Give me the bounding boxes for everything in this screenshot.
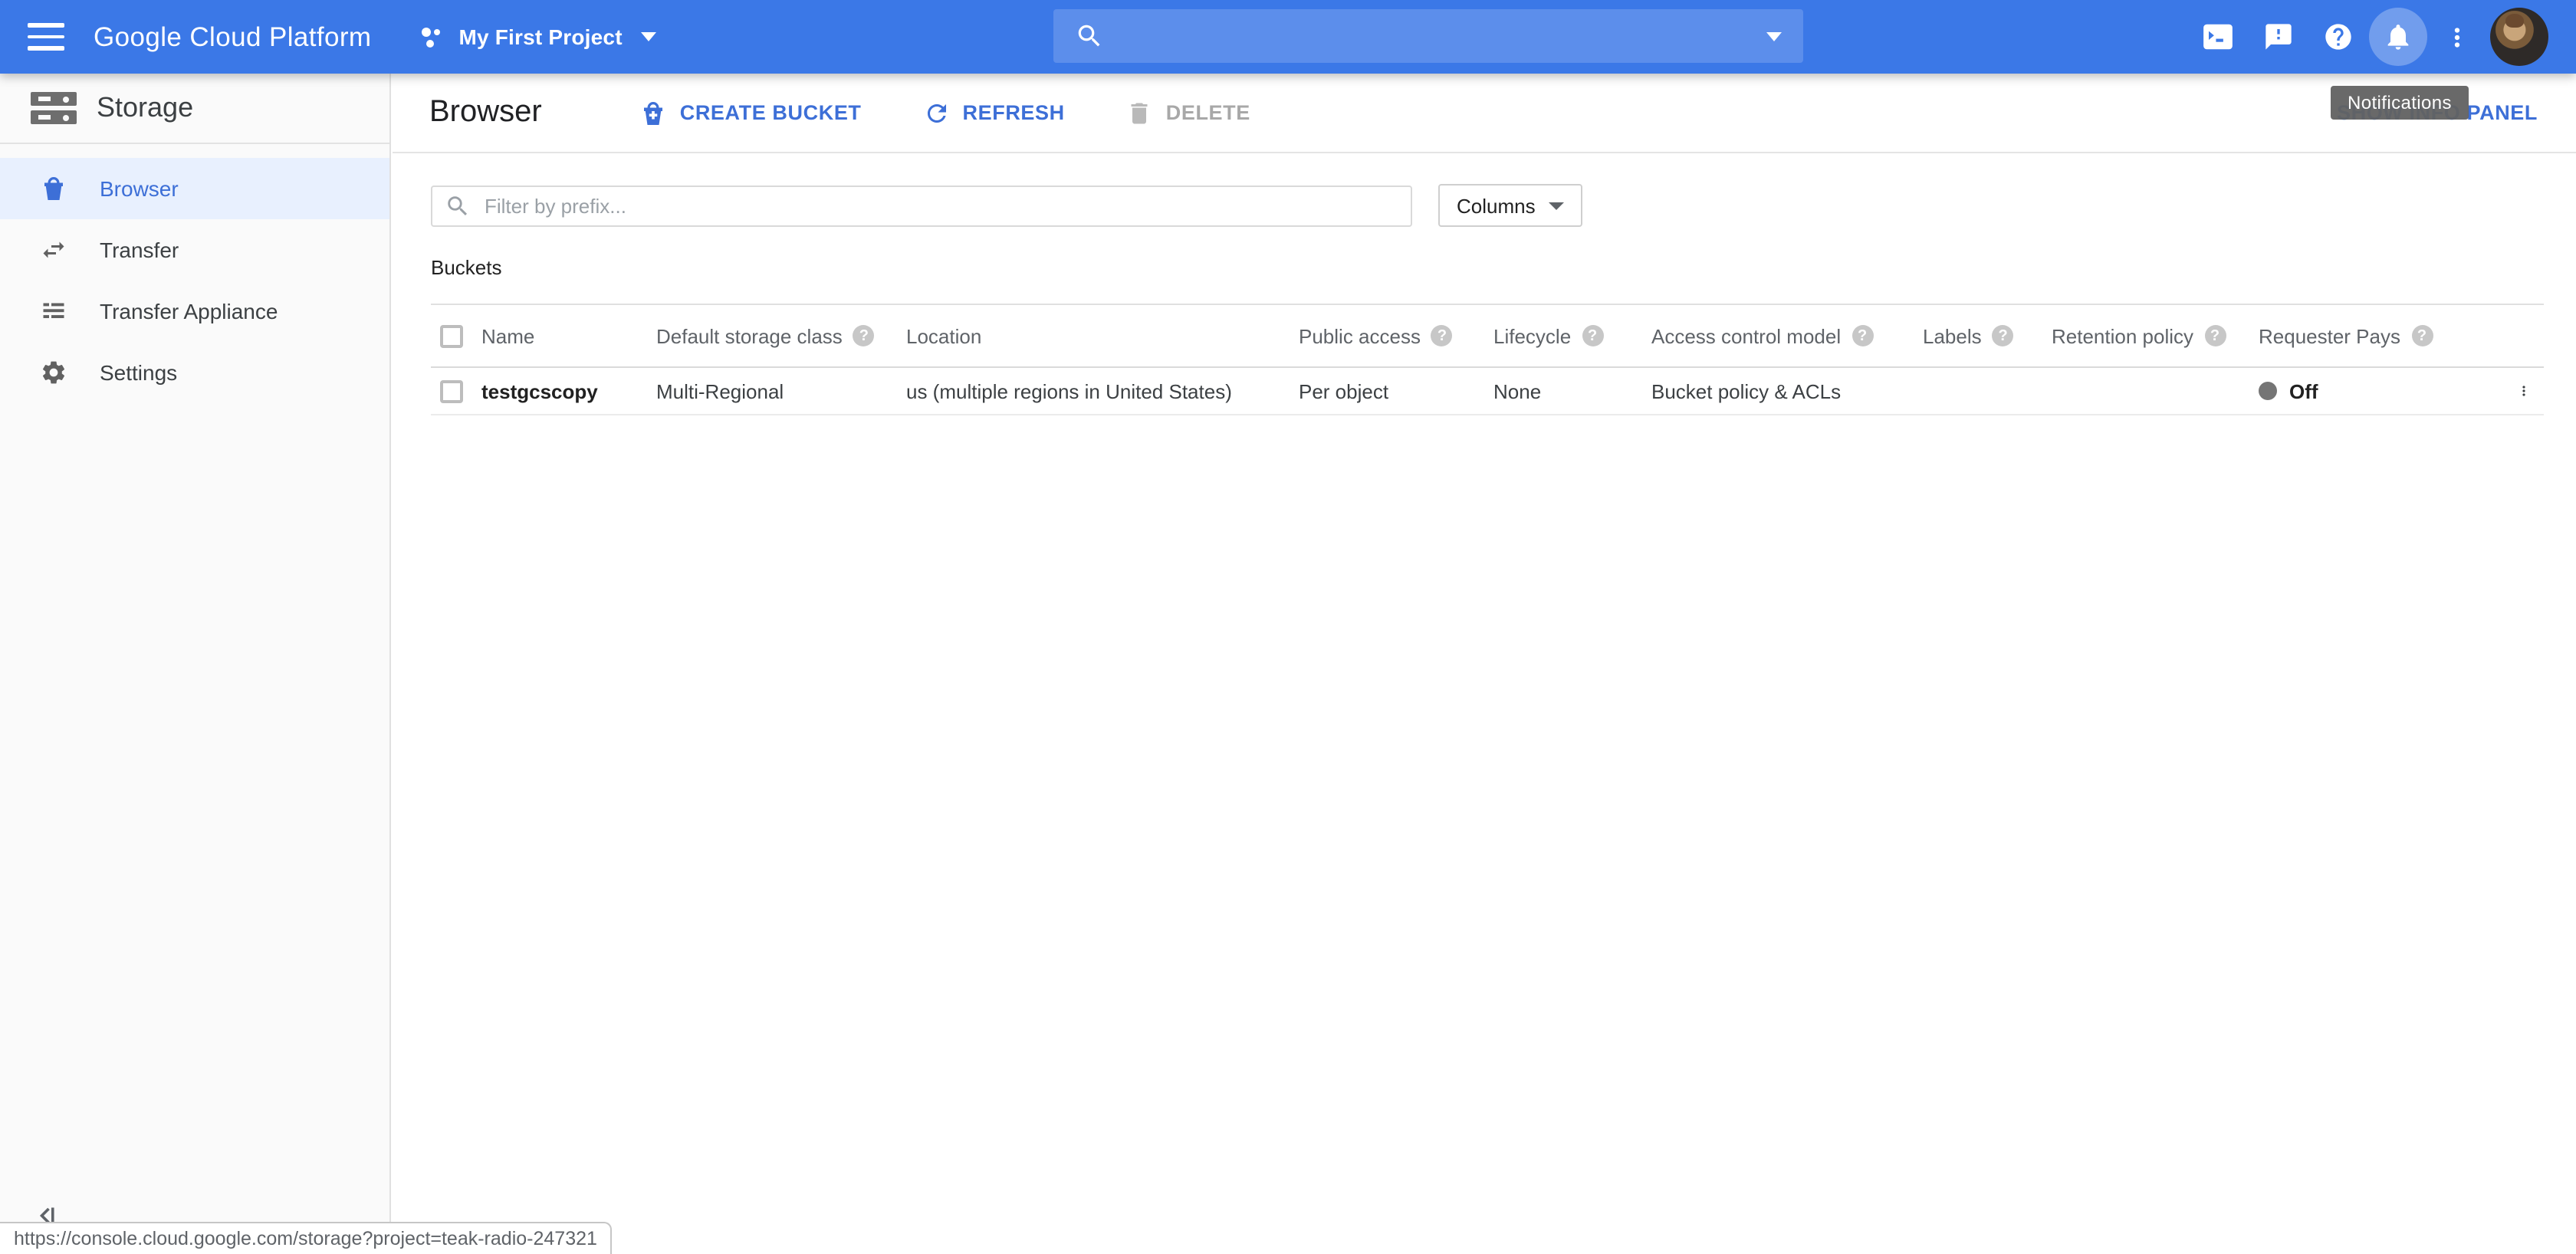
help-icon[interactable]: ? (1431, 325, 1453, 346)
column-header-access-control-model: Access control model (1651, 324, 1841, 347)
main-content: Browser CREATE BUCKET REFRESH DELETE SHO… (393, 74, 2576, 1254)
help-icon[interactable]: ? (2411, 325, 2433, 346)
cell-location: us (multiple regions in United States) (906, 379, 1232, 402)
select-all-checkbox[interactable] (440, 324, 463, 347)
transfer-appliance-icon (40, 297, 67, 325)
refresh-icon (923, 99, 951, 126)
delete-label: DELETE (1166, 101, 1250, 124)
filter-input[interactable] (481, 192, 1398, 218)
search-icon (1075, 21, 1104, 51)
page-header: Browser CREATE BUCKET REFRESH DELETE SHO… (393, 74, 2576, 153)
table-header-row: Name Default storage class? Location Pub… (431, 305, 2544, 368)
column-header-lifecycle: Lifecycle (1493, 324, 1571, 347)
columns-button[interactable]: Columns (1438, 184, 1583, 227)
cell-access-control-model: Bucket policy & ACLs (1651, 379, 1841, 402)
help-icon[interactable]: ? (1582, 325, 1603, 346)
table-row[interactable]: testgcscopy Multi-Regional us (multiple … (431, 368, 2544, 415)
avatar[interactable] (2490, 8, 2548, 66)
delete-icon (1126, 99, 1154, 126)
help-icon[interactable]: ? (2204, 325, 2226, 346)
filter-box (431, 185, 1412, 226)
help-icon (2322, 21, 2353, 52)
chevron-down-icon (641, 32, 656, 41)
row-menu-icon[interactable] (2516, 377, 2532, 405)
project-name: My First Project (458, 25, 622, 49)
refresh-button[interactable]: REFRESH (923, 99, 1065, 126)
sidebar-item-settings[interactable]: Settings (0, 342, 389, 403)
notifications-icon (2382, 21, 2413, 52)
more-options-button[interactable] (2427, 0, 2487, 74)
sidebar: Storage Browser Transfer Transfer Applia… (0, 74, 391, 1254)
columns-label: Columns (1457, 194, 1536, 217)
column-header-default-storage-class: Default storage class (656, 324, 843, 347)
cell-public-access: Per object (1299, 379, 1388, 402)
delete-button[interactable]: DELETE (1126, 99, 1250, 126)
bucket-icon (40, 175, 67, 202)
sidebar-item-browser[interactable]: Browser (0, 158, 389, 219)
more-vert-icon (2443, 22, 2472, 51)
requester-pays-status-dot (2259, 382, 2277, 400)
notifications-button[interactable] (2367, 0, 2427, 74)
global-search-input[interactable] (1053, 9, 1803, 63)
cell-lifecycle: None (1493, 379, 1541, 402)
help-icon[interactable]: ? (1852, 325, 1873, 346)
sidebar-item-label: Transfer Appliance (100, 299, 278, 323)
project-icon (422, 25, 445, 48)
create-bucket-button[interactable]: CREATE BUCKET (640, 99, 862, 126)
sidebar-title: Storage (97, 92, 193, 124)
sidebar-item-label: Browser (100, 176, 179, 201)
column-header-retention-policy: Retention policy (2052, 324, 2193, 347)
cell-requester-pays: Off (2289, 379, 2318, 402)
chevron-down-icon (1549, 202, 1565, 209)
column-header-labels: Labels (1923, 324, 1982, 347)
top-app-bar: Google Cloud Platform My First Project (0, 0, 2576, 74)
create-bucket-label: CREATE BUCKET (680, 101, 862, 124)
help-icon[interactable]: ? (853, 325, 875, 346)
sidebar-item-label: Settings (100, 360, 177, 385)
feedback-icon (2262, 21, 2293, 52)
notifications-tooltip: Notifications (2331, 86, 2469, 120)
help-button[interactable] (2308, 0, 2367, 74)
storage-product-icon (31, 92, 77, 124)
sidebar-item-label: Transfer (100, 238, 179, 262)
feedback-button[interactable] (2248, 0, 2308, 74)
row-checkbox[interactable] (440, 379, 463, 402)
sidebar-item-transfer-appliance[interactable]: Transfer Appliance (0, 281, 389, 342)
column-header-location: Location (906, 324, 981, 347)
hamburger-menu-icon[interactable] (28, 23, 64, 51)
sidebar-header: Storage (0, 74, 389, 144)
buckets-section-label: Buckets (431, 256, 2538, 279)
page-title: Browser (429, 95, 542, 130)
column-header-name: Name (481, 324, 534, 347)
sidebar-item-transfer[interactable]: Transfer (0, 219, 389, 281)
gear-icon (40, 359, 67, 386)
status-bar-url: https://console.cloud.google.com/storage… (0, 1222, 613, 1254)
help-icon[interactable]: ? (1993, 325, 2014, 346)
google-cloud-logo[interactable]: Google Cloud Platform (94, 21, 371, 53)
buckets-table: Name Default storage class? Location Pub… (431, 304, 2544, 415)
search-scope-caret-icon[interactable] (1766, 31, 1782, 41)
cell-default-storage-class: Multi-Regional (656, 379, 784, 402)
column-header-public-access: Public access (1299, 324, 1421, 347)
project-switcher[interactable]: My First Project (422, 25, 656, 49)
bucket-add-icon (640, 99, 668, 126)
swap-arrows-icon (40, 236, 67, 264)
column-header-requester-pays: Requester Pays (2259, 324, 2400, 347)
refresh-label: REFRESH (963, 101, 1065, 124)
cloud-shell-button[interactable] (2188, 0, 2248, 74)
cloud-shell-icon (2202, 23, 2234, 51)
filter-search-icon (445, 192, 471, 218)
bucket-name-link[interactable]: testgcscopy (481, 379, 598, 402)
